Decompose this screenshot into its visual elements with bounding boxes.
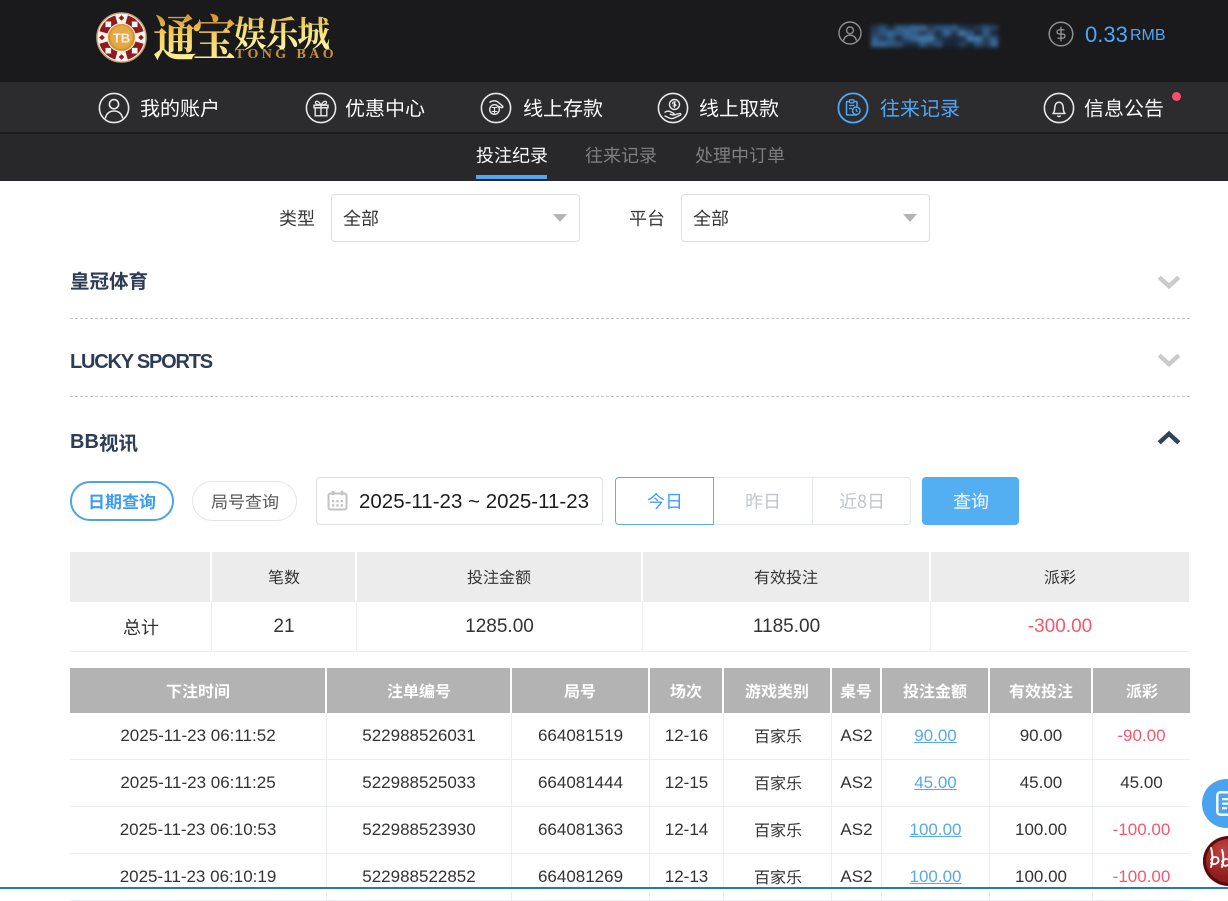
svg-text:TB: TB: [113, 30, 130, 45]
